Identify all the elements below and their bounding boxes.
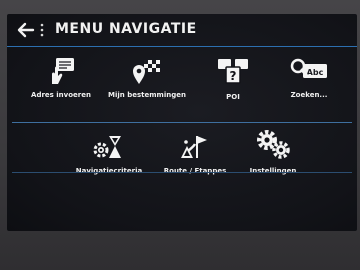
vertical-dots-icon[interactable] <box>39 23 45 37</box>
menu-item-label: POI <box>226 93 240 101</box>
menu-item-mijn-bestemmingen[interactable]: Mijn bestemmingen <box>107 56 187 100</box>
page-title: MENU NAVIGATIE <box>55 21 197 37</box>
gears-icon <box>257 130 290 159</box>
menu-item-route-etappes[interactable]: Route / Etappes <box>155 132 235 176</box>
menu-item-zoeken[interactable]: Abc Zoeken... <box>269 56 349 100</box>
menu-item-label: Zoeken... <box>290 91 328 99</box>
menu-item-adres-invoeren[interactable]: Adres invoeren <box>21 56 101 100</box>
menu-item-label: Mijn bestemmingen <box>108 91 186 99</box>
menu-item-poi[interactable]: ? POI <box>193 56 273 102</box>
header-bar: MENU NAVIGATIE <box>7 14 357 47</box>
menu-item-label: Adres invoeren <box>31 91 91 99</box>
menu-item-navigatiecriteria[interactable]: Navigatiecriteria <box>69 132 149 176</box>
criteria-hourglass-icon <box>93 136 121 158</box>
svg-text:Abc: Abc <box>307 68 324 77</box>
menu-item-label: Navigatiecriteria <box>75 167 143 175</box>
row-divider <box>12 122 352 123</box>
pin-checkered-flag-icon <box>133 60 160 84</box>
back-arrow-icon[interactable] <box>17 22 35 38</box>
route-flags-icon <box>181 136 207 158</box>
search-abc-icon: Abc <box>290 58 327 78</box>
svg-text:?: ? <box>230 69 237 83</box>
menu-item-label: Route / Etappes <box>163 167 227 175</box>
hand-enter-address-icon <box>52 58 74 84</box>
poi-question-icon: ? <box>218 59 248 84</box>
row-divider <box>12 172 352 173</box>
navigation-screen: MENU NAVIGATIE Adres invoeren Mijn beste… <box>7 14 357 231</box>
menu-item-label: Instellingen <box>249 167 297 175</box>
menu-item-instellingen[interactable]: Instellingen <box>233 128 313 176</box>
